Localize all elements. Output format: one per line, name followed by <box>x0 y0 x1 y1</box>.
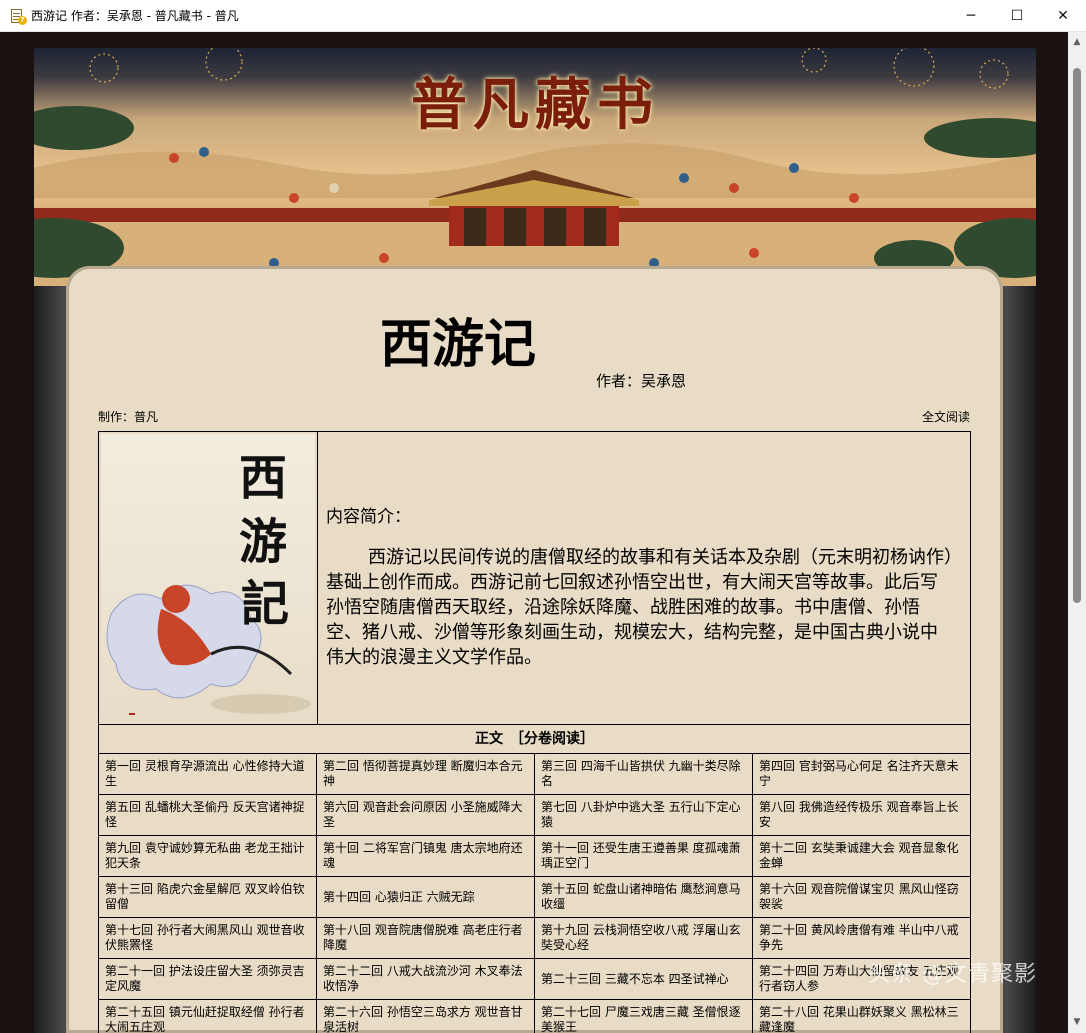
chapter-link[interactable]: 第五回 乱蟠桃大圣偷丹 反天宫诸神捉怪 <box>99 795 317 836</box>
chapter-link[interactable]: 第二十回 黄风岭唐僧有难 半山中八戒争先 <box>753 918 971 959</box>
chapter-link[interactable]: 第二十三回 三藏不忘本 四圣试禅心 <box>535 959 753 1000</box>
chapter-link[interactable]: 第九回 袁守诚妙算无私曲 老龙王拙计犯天条 <box>99 836 317 877</box>
toc-header[interactable]: 正文 ［分卷阅读］ <box>98 724 971 754</box>
cover-cell: 西 游 記 <box>99 432 318 724</box>
app-icon: ? <box>9 8 27 25</box>
close-button[interactable]: ✕ <box>1040 0 1086 32</box>
chapter-link[interactable]: 第二十五回 镇元仙赶捉取经僧 孙行者大闹五庄观 <box>99 1000 317 1033</box>
minimize-button[interactable]: ─ <box>948 0 994 32</box>
book-cover-image: 西 游 記 <box>101 434 315 721</box>
chapter-link[interactable]: 第十回 二将军宫门镇鬼 唐太宗地府还魂 <box>317 836 535 877</box>
chapter-link[interactable]: 第十三回 陷虎穴金星解厄 双叉岭伯钦留僧 <box>99 877 317 918</box>
cover-char-1: 西 <box>239 450 288 506</box>
site-banner: 普凡藏书 <box>34 48 1036 286</box>
chapter-link[interactable]: 第二十二回 八戒大战流沙河 木叉奉法收悟净 <box>317 959 535 1000</box>
chapter-link[interactable]: 第十七回 孙行者大闹黑风山 观世音收伏熊罴怪 <box>99 918 317 959</box>
chapter-link[interactable]: 第十六回 观音院僧谋宝贝 黑风山怪窃袈裟 <box>753 877 971 918</box>
intro-cell: 内容简介： 西游记以民间传说的唐僧取经的故事和有关话本及杂剧（元末明初杨讷作）基… <box>318 432 970 724</box>
intro-text: 西游记以民间传说的唐僧取经的故事和有关话本及杂剧（元末明初杨讷作）基础上创作而成… <box>326 547 953 668</box>
book-maker: 制作：普凡 <box>98 410 159 424</box>
chapter-link[interactable]: 第八回 我佛造经传极乐 观音奉旨上长安 <box>753 795 971 836</box>
chapter-link[interactable]: 第二十一回 护法设庄留大圣 须弥灵吉定风魔 <box>99 959 317 1000</box>
book-info-table: 西 游 記 内容简介： 西游记以民间传说的唐僧取经的故事和有关话本及杂剧（元末明… <box>98 431 971 725</box>
chapter-link[interactable]: 第十九回 云栈洞悟空收八戒 浮屠山玄奘受心经 <box>535 918 753 959</box>
book-author: 作者：吴承恩 <box>596 372 687 390</box>
cover-char-2: 游 <box>239 514 288 570</box>
full-read-link[interactable]: 全文阅读 <box>922 408 970 425</box>
scroll-down-arrow[interactable]: ▼ <box>1068 1014 1086 1031</box>
window-titlebar: ? 西游记 作者：吴承恩 - 普凡藏书 - 普凡 ─ ☐ ✕ <box>0 0 1086 32</box>
watermark: 头条 @文青聚影 <box>868 962 1037 987</box>
chapter-link[interactable]: 第七回 八卦炉中逃大圣 五行山下定心猿 <box>535 795 753 836</box>
intro-label: 内容简介： <box>326 507 411 527</box>
maximize-button[interactable]: ☐ <box>994 0 1040 32</box>
book-title: 西游记 <box>380 314 537 375</box>
chapter-link[interactable]: 第二十七回 尸魔三戏唐三藏 圣僧恨逐美猴王 <box>535 1000 753 1033</box>
chapter-link[interactable]: 第十四回 心猿归正 六贼无踪 <box>317 877 535 918</box>
chapter-link[interactable]: 第二回 悟彻菩提真妙理 断魔归本合元神 <box>317 754 535 795</box>
chapter-grid: 第一回 灵根育孕源流出 心性修持大道生 第二回 悟彻菩提真妙理 断魔归本合元神 第三… <box>98 754 971 1033</box>
chapter-link[interactable]: 第三回 四海千山皆拱伏 九幽十类尽除名 <box>535 754 753 795</box>
chapter-link[interactable]: 第十五回 蛇盘山诸神暗佑 鹰愁涧意马收缰 <box>535 877 753 918</box>
chapter-link[interactable]: 第二十八回 花果山群妖聚义 黑松林三藏逢魔 <box>753 1000 971 1033</box>
chapter-link[interactable]: 第十二回 玄奘秉诚建大会 观音显象化金蝉 <box>753 836 971 877</box>
chapter-link[interactable]: 第四回 官封弼马心何足 名注齐天意未宁 <box>753 754 971 795</box>
cover-publisher-logo <box>129 713 135 715</box>
scroll-up-arrow[interactable]: ▲ <box>1068 34 1086 51</box>
vertical-scrollbar[interactable]: ▲ ▼ <box>1068 32 1086 1033</box>
chapter-link[interactable]: 第六回 观音赴会问原因 小圣施威降大圣 <box>317 795 535 836</box>
chapter-link[interactable]: 第十八回 观音院唐僧脱难 高老庄行者降魔 <box>317 918 535 959</box>
window-title: 西游记 作者：吴承恩 - 普凡藏书 - 普凡 <box>31 9 239 23</box>
cover-char-3: 記 <box>241 576 290 632</box>
scroll-thumb[interactable] <box>1073 68 1081 603</box>
chapter-link[interactable]: 第一回 灵根育孕源流出 心性修持大道生 <box>99 754 317 795</box>
banner-title: 普凡藏书 <box>411 72 659 138</box>
chapter-link[interactable]: 第十一回 还受生唐王遵善果 度孤魂萧瑀正空门 <box>535 836 753 877</box>
chapter-link[interactable]: 第二十六回 孙悟空三岛求方 观世音甘泉活树 <box>317 1000 535 1033</box>
